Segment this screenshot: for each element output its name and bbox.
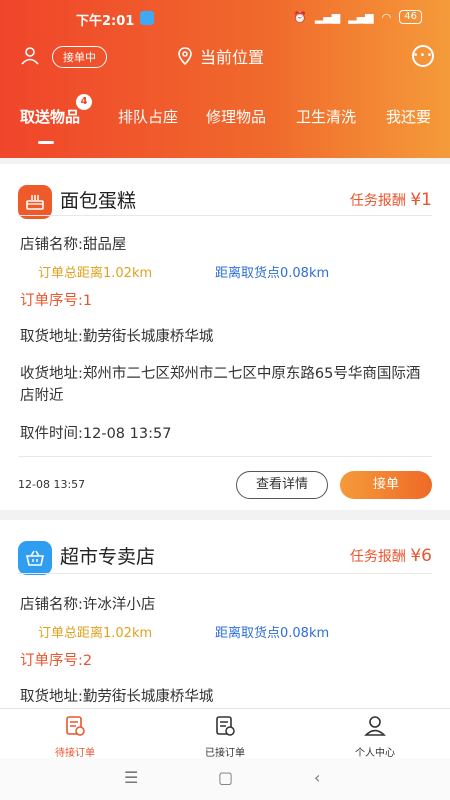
nav-label: 待接订单 bbox=[55, 748, 95, 759]
alarm-icon: ⏰ bbox=[293, 10, 307, 24]
reward: 任务报酬 ¥1 bbox=[350, 190, 432, 210]
tab-more[interactable]: 我还要 bbox=[386, 106, 431, 127]
pickup-address: 取货地址:勤劳街长城康桥华城 bbox=[20, 689, 214, 705]
tab-label: 我还要 bbox=[386, 108, 432, 126]
order-card-header: 超市专卖店 任务报酬 ¥6 bbox=[18, 538, 432, 578]
battery-icon: 46 bbox=[399, 10, 422, 24]
divider bbox=[18, 573, 432, 574]
location-label: 当前位置 bbox=[200, 48, 265, 67]
basket-icon bbox=[18, 541, 52, 575]
total-distance: 订单总距离1.02km bbox=[38, 626, 153, 641]
order-card-header: 面包蛋糕 任务报酬 ¥1 bbox=[18, 182, 432, 222]
reward: 任务报酬 ¥6 bbox=[350, 546, 432, 566]
menu-icon[interactable]: ☰ bbox=[124, 768, 138, 787]
order-category: 面包蛋糕 bbox=[60, 190, 137, 212]
wifi-icon: ◠ bbox=[381, 10, 392, 24]
status-time: 下午2:01 bbox=[76, 14, 135, 29]
message-icon[interactable]: ••• bbox=[412, 45, 434, 67]
location-selector[interactable]: 当前位置 bbox=[178, 44, 264, 68]
user-switch-icon[interactable] bbox=[20, 46, 40, 66]
system-navigation-bar: ☰ ▢ ‹ bbox=[0, 758, 450, 800]
order-card[interactable]: 面包蛋糕 任务报酬 ¥1 店铺名称:甜品屋 订单总距离1.02km 距离取货点0… bbox=[0, 164, 450, 510]
nav-label: 已接订单 bbox=[205, 748, 245, 759]
reward-amount: ¥6 bbox=[410, 546, 432, 566]
signal-icon: ▂▄▆ bbox=[314, 10, 341, 24]
status-bar: 下午2:01 ⏰ ▂▄▆ ▂▄▆ ◠ 46 bbox=[0, 8, 450, 30]
tab-queue[interactable]: 排队占座 bbox=[118, 106, 178, 127]
signal-icon-2: ▂▄▆ bbox=[348, 10, 374, 24]
profile-icon bbox=[364, 716, 386, 736]
tab-label: 卫生清洗 bbox=[296, 108, 357, 126]
tab-repair[interactable]: 修理物品 bbox=[206, 106, 266, 127]
bottom-nav: 待接订单 已接订单 个人中心 bbox=[0, 708, 450, 759]
back-icon[interactable]: ‹ bbox=[314, 768, 320, 787]
delivery-address: 收货地址:郑州市二七区郑州市二七区中原东路65号华商国际酒店附近 bbox=[20, 366, 421, 404]
shop-name: 店铺名称:甜品屋 bbox=[20, 237, 127, 253]
tab-delivery[interactable]: 取送物品 4 bbox=[20, 94, 93, 127]
divider bbox=[18, 215, 432, 216]
status-icons: ⏰ ▂▄▆ ▂▄▆ ◠ 46 bbox=[293, 10, 422, 24]
app-header: 下午2:01 ⏰ ▂▄▆ ▂▄▆ ◠ 46 接单中 当前位置 ••• 取送物品 … bbox=[0, 0, 450, 158]
pickup-distance: 距离取货点0.08km bbox=[215, 626, 330, 641]
telegram-icon bbox=[140, 11, 154, 25]
order-serial: 订单序号:1 bbox=[20, 293, 93, 309]
nav-profile[interactable]: 个人中心 bbox=[330, 715, 420, 759]
order-category: 超市专卖店 bbox=[60, 546, 156, 568]
nav-label: 个人中心 bbox=[355, 748, 395, 759]
pickup-address: 取货地址:勤劳街长城康桥华城 bbox=[20, 329, 214, 345]
reward-amount: ¥1 bbox=[410, 190, 432, 210]
pickup-time: 取件时间:12-08 13:57 bbox=[20, 426, 172, 442]
view-details-button[interactable]: 查看详情 bbox=[236, 471, 328, 499]
order-card[interactable]: 超市专卖店 任务报酬 ¥6 店铺名称:许冰洋小店 订单总距离1.02km 距离取… bbox=[0, 520, 450, 708]
pickup-distance: 距离取货点0.08km bbox=[215, 266, 330, 281]
order-serial: 订单序号:2 bbox=[20, 653, 93, 669]
location-pin-icon bbox=[178, 47, 192, 65]
accepted-orders-icon bbox=[216, 716, 235, 736]
reward-label: 任务报酬 bbox=[349, 193, 406, 209]
total-distance: 订单总距离1.02km bbox=[38, 266, 153, 281]
bakery-icon bbox=[18, 185, 52, 219]
accepting-status-toggle[interactable]: 接单中 bbox=[52, 46, 107, 68]
order-time: 12-08 13:57 bbox=[18, 478, 86, 491]
accept-order-button[interactable]: 接单 bbox=[340, 471, 432, 499]
tab-active-indicator bbox=[38, 141, 54, 144]
category-tabs: 取送物品 4 排队占座 修理物品 卫生清洗 我还要 bbox=[0, 94, 450, 146]
tab-badge: 4 bbox=[76, 94, 93, 110]
tab-cleaning[interactable]: 卫生清洗 bbox=[296, 106, 356, 127]
tab-label: 取送物品 bbox=[20, 108, 81, 126]
shop-name: 店铺名称:许冰洋小店 bbox=[20, 597, 156, 613]
nav-accepted-orders[interactable]: 已接订单 bbox=[180, 715, 270, 759]
nav-pending-orders[interactable]: 待接订单 bbox=[30, 715, 120, 759]
pending-orders-icon bbox=[66, 716, 85, 736]
divider bbox=[18, 456, 432, 457]
home-icon[interactable]: ▢ bbox=[218, 768, 233, 787]
tab-label: 排队占座 bbox=[118, 108, 179, 126]
reward-label: 任务报酬 bbox=[349, 549, 406, 565]
tab-label: 修理物品 bbox=[206, 108, 267, 126]
top-bar: 接单中 当前位置 ••• bbox=[0, 42, 450, 72]
